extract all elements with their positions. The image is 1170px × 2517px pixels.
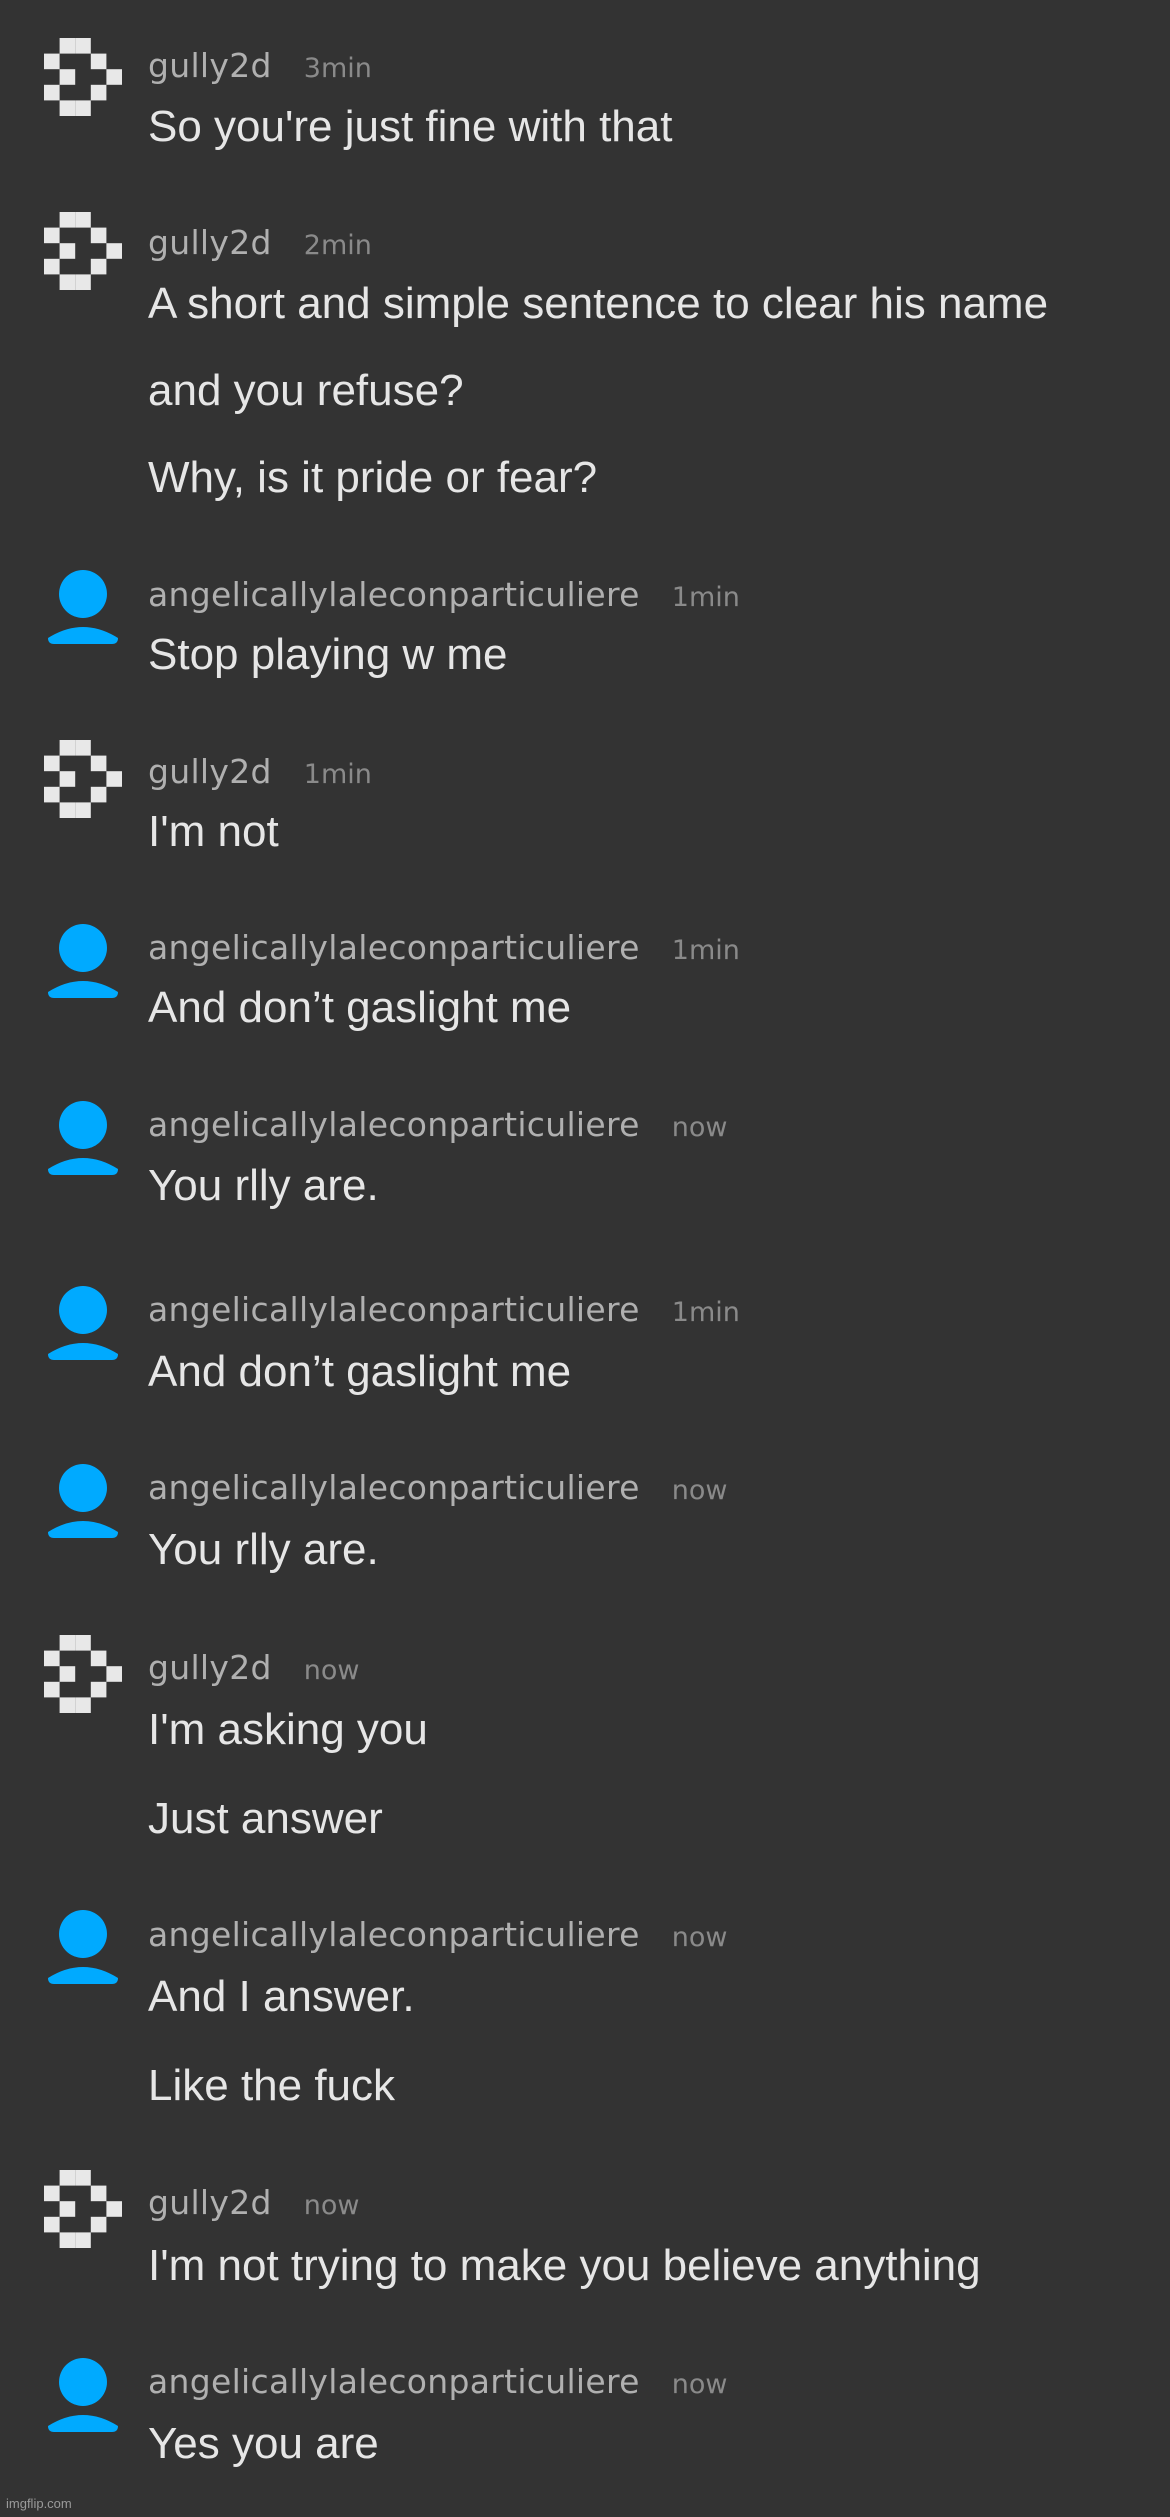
- user-icon[interactable]: [44, 1284, 122, 1362]
- message-text: And I answer.: [148, 1972, 415, 2021]
- username[interactable]: angelicallylaleconparticuliere: [148, 1915, 640, 1954]
- username[interactable]: gully2d: [148, 46, 272, 85]
- timestamp: 1min: [671, 582, 740, 613]
- username[interactable]: angelicallylaleconparticuliere: [148, 1105, 640, 1144]
- username[interactable]: angelicallylaleconparticuliere: [148, 2362, 640, 2401]
- timestamp: 1min: [671, 1297, 740, 1328]
- username[interactable]: angelicallylaleconparticuliere: [148, 1290, 640, 1329]
- message-header: angelicallylaleconparticuliere now: [148, 1915, 727, 1959]
- message-text: And don’t gaslight me: [148, 983, 572, 1032]
- username[interactable]: gully2d: [148, 2183, 272, 2222]
- user-icon[interactable]: [44, 568, 122, 646]
- user-icon[interactable]: [44, 1462, 122, 1540]
- message-header: gully2d now: [148, 1648, 360, 1692]
- message-text: And don’t gaslight me: [148, 1347, 572, 1396]
- message-header: angelicallylaleconparticuliere now: [148, 2362, 727, 2406]
- message-text: I'm not: [148, 807, 279, 856]
- message-text: I'm asking you: [148, 1705, 428, 1754]
- timestamp: now: [671, 1112, 728, 1143]
- user-icon[interactable]: [44, 1099, 122, 1177]
- message-text: Why, is it pride or fear?: [148, 453, 598, 502]
- message-text: I'm not trying to make you believe anyth…: [148, 2241, 981, 2290]
- message-header: angelicallylaleconparticuliere now: [148, 1468, 727, 1512]
- timestamp: 1min: [303, 759, 372, 790]
- message-header: angelicallylaleconparticuliere now: [148, 1105, 727, 1149]
- message-text: Yes you are: [148, 2419, 379, 2468]
- timestamp: now: [671, 2369, 728, 2400]
- timestamp: 1min: [671, 935, 740, 966]
- user-icon[interactable]: [44, 1908, 122, 1986]
- watermark: imgflip.com: [6, 2496, 72, 2511]
- timestamp: now: [671, 1922, 728, 1953]
- username[interactable]: angelicallylaleconparticuliere: [148, 928, 640, 967]
- identicon-icon[interactable]: [44, 740, 122, 818]
- user-icon[interactable]: [44, 2356, 122, 2434]
- identicon-icon[interactable]: [44, 212, 122, 290]
- message-text: and you refuse?: [148, 366, 464, 415]
- timestamp: 2min: [303, 230, 372, 261]
- message-header: gully2d 1min: [148, 752, 372, 796]
- message-text: You rlly are.: [148, 1525, 379, 1574]
- timestamp: now: [303, 1655, 360, 1686]
- identicon-icon[interactable]: [44, 1635, 122, 1713]
- timestamp: now: [303, 2190, 360, 2221]
- identicon-icon[interactable]: [44, 2170, 122, 2248]
- message-text: You rlly are.: [148, 1161, 379, 1210]
- message-text: Stop playing w me: [148, 630, 508, 679]
- message-header: gully2d 2min: [148, 223, 372, 267]
- identicon-icon[interactable]: [44, 38, 122, 116]
- message-header: angelicallylaleconparticuliere 1min: [148, 928, 740, 972]
- message-header: angelicallylaleconparticuliere 1min: [148, 575, 740, 619]
- timestamp: 3min: [303, 53, 372, 84]
- message-text: So you're just fine with that: [148, 102, 673, 151]
- message-text: A short and simple sentence to clear his…: [148, 279, 1049, 328]
- username[interactable]: gully2d: [148, 752, 272, 791]
- timestamp: now: [671, 1475, 728, 1506]
- message-text: Just answer: [148, 1794, 383, 1843]
- username[interactable]: gully2d: [148, 1648, 272, 1687]
- message-header: gully2d 3min: [148, 46, 372, 90]
- username[interactable]: angelicallylaleconparticuliere: [148, 575, 640, 614]
- message-text: Like the fuck: [148, 2061, 396, 2110]
- user-icon[interactable]: [44, 922, 122, 1000]
- username[interactable]: angelicallylaleconparticuliere: [148, 1468, 640, 1507]
- message-header: angelicallylaleconparticuliere 1min: [148, 1290, 740, 1334]
- username[interactable]: gully2d: [148, 223, 272, 262]
- message-header: gully2d now: [148, 2183, 360, 2227]
